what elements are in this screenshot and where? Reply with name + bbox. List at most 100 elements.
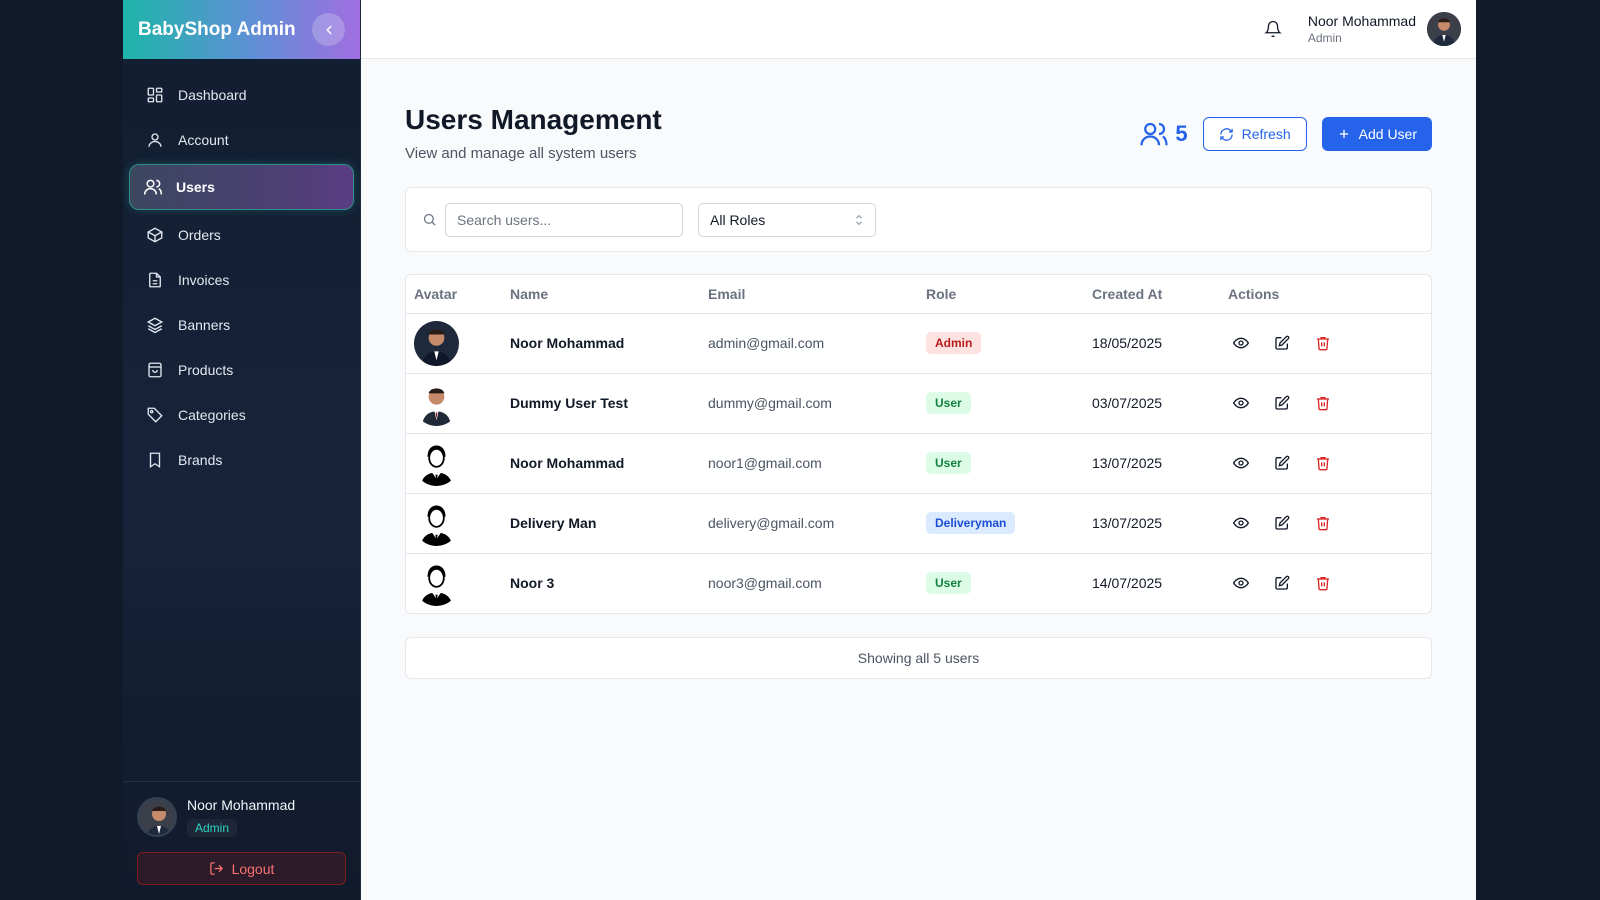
col-name: Name bbox=[502, 275, 700, 314]
role-filter-value: All Roles bbox=[710, 211, 766, 228]
view-button[interactable] bbox=[1228, 571, 1253, 596]
sidebar-item-label: Dashboard bbox=[178, 87, 247, 103]
view-button[interactable] bbox=[1228, 391, 1253, 416]
role-filter-select[interactable]: All Roles bbox=[698, 202, 876, 237]
user-name: Dummy User Test bbox=[502, 373, 700, 434]
view-button[interactable] bbox=[1228, 511, 1253, 536]
showing-count-text: Showing all 5 users bbox=[857, 650, 980, 666]
col-role: Role bbox=[918, 275, 1084, 314]
sidebar-user-panel: Noor Mohammad Admin Logout bbox=[123, 781, 360, 900]
table-footer: Showing all 5 users bbox=[405, 637, 1432, 679]
created-date: 14/07/2025 bbox=[1092, 575, 1163, 592]
avatar bbox=[414, 320, 459, 366]
delete-button[interactable] bbox=[1310, 571, 1335, 596]
layers-icon bbox=[145, 315, 165, 335]
delete-button[interactable] bbox=[1310, 331, 1335, 356]
add-user-label: Add User bbox=[1358, 126, 1417, 142]
users-table: Avatar Name Email Role Created At Action… bbox=[405, 274, 1432, 614]
edit-icon bbox=[1274, 395, 1289, 410]
delete-button[interactable] bbox=[1310, 391, 1335, 416]
filter-bar: All Roles bbox=[405, 187, 1432, 252]
topbar: Noor Mohammad Admin bbox=[361, 0, 1476, 59]
sidebar-item-invoices[interactable]: Invoices bbox=[129, 258, 354, 302]
avatar bbox=[137, 797, 177, 837]
edit-button[interactable] bbox=[1269, 511, 1294, 536]
refresh-icon bbox=[1219, 127, 1234, 142]
sidebar-item-orders[interactable]: Orders bbox=[129, 213, 354, 257]
user-email: delivery@gmail.com bbox=[700, 493, 918, 554]
edit-button[interactable] bbox=[1269, 331, 1294, 356]
page-subtitle: View and manage all system users bbox=[405, 145, 637, 162]
created-date: 03/07/2025 bbox=[1084, 373, 1220, 434]
sidebar-item-label: Orders bbox=[178, 227, 221, 243]
edit-button[interactable] bbox=[1269, 391, 1294, 416]
sidebar-item-label: Users bbox=[176, 179, 215, 195]
refresh-button[interactable]: Refresh bbox=[1202, 117, 1307, 151]
avatar bbox=[414, 500, 459, 546]
avatar[interactable] bbox=[1427, 12, 1461, 46]
role-badge: User bbox=[926, 392, 971, 414]
user-name: Noor Mohammad bbox=[502, 433, 700, 494]
col-created: Created At bbox=[1084, 275, 1220, 314]
collapse-sidebar-button[interactable] bbox=[312, 13, 345, 46]
delete-button[interactable] bbox=[1310, 511, 1335, 536]
trash-icon bbox=[1316, 457, 1329, 471]
chevron-up-down-icon bbox=[855, 214, 863, 225]
refresh-label: Refresh bbox=[1241, 126, 1291, 142]
table-row: Delivery Man delivery@gmail.com Delivery… bbox=[406, 493, 1431, 554]
sidebar-item-label: Invoices bbox=[178, 272, 230, 288]
search-input[interactable] bbox=[445, 202, 683, 237]
edit-icon bbox=[1274, 335, 1289, 350]
sidebar-user-role: Admin bbox=[187, 819, 238, 837]
edit-button[interactable] bbox=[1269, 451, 1294, 476]
sidebar-item-users[interactable]: Users bbox=[129, 164, 354, 210]
view-button[interactable] bbox=[1228, 451, 1253, 476]
user-name: Noor Mohammad bbox=[502, 313, 700, 374]
logout-label: Logout bbox=[231, 860, 275, 877]
delete-button[interactable] bbox=[1310, 451, 1335, 476]
created-date: 13/07/2025 bbox=[1084, 433, 1220, 494]
box-icon bbox=[145, 225, 165, 245]
col-actions: Actions bbox=[1220, 275, 1431, 314]
sidebar-item-banners[interactable]: Banners bbox=[129, 303, 354, 347]
sidebar-item-products[interactable]: Products bbox=[129, 348, 354, 392]
role-badge: Admin bbox=[926, 332, 982, 354]
sidebar-item-label: Categories bbox=[178, 407, 246, 423]
user-count-value: 5 bbox=[1175, 121, 1188, 146]
sidebar: BabyShop Admin Dashboard Account Users O… bbox=[123, 0, 361, 900]
avatar bbox=[414, 560, 459, 606]
page-header: Users Management View and manage all sys… bbox=[405, 104, 1432, 162]
edit-icon bbox=[1274, 515, 1289, 530]
avatar bbox=[414, 440, 459, 486]
sidebar-item-account[interactable]: Account bbox=[129, 118, 354, 162]
user-email: admin@gmail.com bbox=[700, 313, 918, 374]
view-button[interactable] bbox=[1228, 331, 1253, 356]
table-row: Noor Mohammad admin@gmail.com Admin 18/0… bbox=[406, 313, 1431, 374]
user-name: Noor 3 bbox=[510, 575, 555, 592]
sidebar-item-dashboard[interactable]: Dashboard bbox=[129, 73, 354, 117]
sidebar-item-brands[interactable]: Brands bbox=[129, 438, 354, 482]
add-user-button[interactable]: Add User bbox=[1321, 117, 1432, 151]
trash-icon bbox=[1316, 337, 1329, 351]
trash-icon bbox=[1316, 397, 1329, 411]
page-content: Users Management View and manage all sys… bbox=[361, 104, 1476, 679]
sidebar-item-label: Brands bbox=[178, 452, 223, 468]
edit-icon bbox=[1274, 575, 1289, 590]
edit-icon bbox=[1274, 455, 1289, 470]
logout-button[interactable]: Logout bbox=[137, 852, 346, 885]
search-icon bbox=[422, 212, 437, 227]
created-date: 18/05/2025 bbox=[1084, 313, 1220, 374]
chevron-left-icon bbox=[326, 25, 331, 34]
role-badge: User bbox=[926, 452, 971, 474]
topbar-user[interactable]: Noor Mohammad Admin bbox=[1308, 13, 1416, 45]
notifications-button[interactable] bbox=[1263, 20, 1282, 38]
table-row: Noor 3 noor3@gmail.com User 14/07/2025 bbox=[406, 553, 1431, 613]
topbar-user-role: Admin bbox=[1307, 31, 1342, 45]
eye-icon bbox=[1232, 577, 1249, 589]
users-icon bbox=[1140, 122, 1168, 146]
sidebar-item-categories[interactable]: Categories bbox=[129, 393, 354, 437]
logout-icon bbox=[209, 861, 224, 876]
main-area: Noor Mohammad Admin Users Management Vie… bbox=[361, 0, 1476, 900]
edit-button[interactable] bbox=[1269, 571, 1294, 596]
sidebar-nav: Dashboard Account Users Orders Invoices … bbox=[123, 59, 360, 482]
